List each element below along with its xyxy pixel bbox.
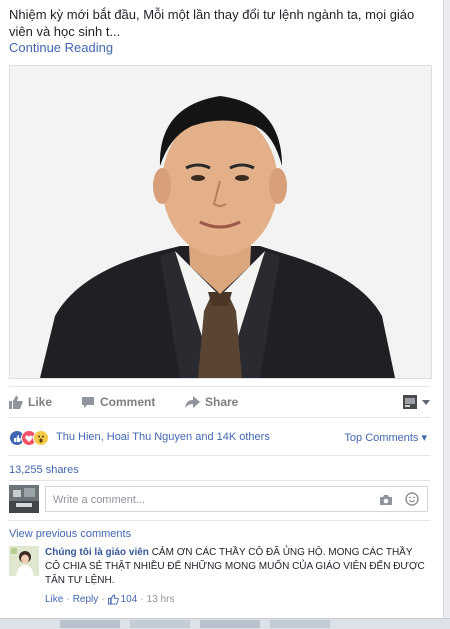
share-button[interactable]: Share xyxy=(185,395,238,409)
caret-down-icon: ▾ xyxy=(421,432,427,444)
chevron-down-icon xyxy=(422,399,430,405)
reaction-names-link[interactable]: Thu Hien, Hoai Thu Nguyen and 14K others xyxy=(56,431,270,443)
user-photo-icon xyxy=(9,485,39,513)
comment-meta: Like · Reply · 104 · 13 hrs xyxy=(45,594,174,605)
view-previous-comments-link[interactable]: View previous comments xyxy=(9,528,131,540)
taskbar-item[interactable] xyxy=(60,620,120,628)
thumbs-up-outline-icon xyxy=(107,594,119,605)
divider xyxy=(9,520,430,521)
comment-like-link[interactable]: Like xyxy=(45,594,63,605)
post-text: Nhiệm kỳ mới bắt đầu, Mỗi một lần thay đ… xyxy=(9,7,415,39)
like-button[interactable]: Like xyxy=(9,395,52,409)
comment-button[interactable]: Comment xyxy=(81,395,155,409)
like-label: Like xyxy=(28,395,53,409)
comment-timestamp[interactable]: 13 hrs xyxy=(147,594,175,605)
taskbar-item[interactable] xyxy=(270,620,330,628)
taskbar-item[interactable] xyxy=(200,620,260,628)
share-icon xyxy=(185,396,200,408)
commenter-avatar[interactable] xyxy=(9,546,39,576)
comment-likes[interactable]: 104 xyxy=(107,594,138,605)
post-card: Nhiệm kỳ mới bắt đầu, Mỗi một lần thay đ… xyxy=(0,0,444,628)
wow-reaction-icon xyxy=(33,430,49,446)
continue-reading-link[interactable]: Continue Reading xyxy=(9,40,113,55)
comment-author-link[interactable]: Chúng tôi là giáo viên xyxy=(45,547,149,558)
shares-count-link[interactable]: 13,255 shares xyxy=(9,464,79,476)
portrait-image xyxy=(10,66,431,378)
reactions-summary: Thu Hien, Hoai Thu Nguyen and 14K others… xyxy=(9,430,430,446)
comment-composer[interactable] xyxy=(45,486,428,512)
current-user-avatar[interactable] xyxy=(9,485,39,513)
divider xyxy=(9,455,430,456)
post-photo[interactable] xyxy=(9,65,432,379)
share-label: Share xyxy=(205,395,239,409)
comment-reply-link[interactable]: Reply xyxy=(73,594,99,605)
page-avatar-icon xyxy=(403,395,417,409)
separator-dot: · xyxy=(101,594,105,605)
taskbar-item[interactable] xyxy=(130,620,190,628)
separator-dot: · xyxy=(140,594,144,605)
share-as-page-selector[interactable] xyxy=(403,395,430,409)
comment-input[interactable] xyxy=(51,491,355,509)
comment-icon xyxy=(82,396,94,408)
post-action-bar: Like Comment Share xyxy=(9,386,430,418)
comment-label: Comment xyxy=(100,395,156,409)
comment-like-count: 104 xyxy=(120,594,138,605)
top-comments-dropdown[interactable]: Top Comments ▾ xyxy=(344,431,427,444)
top-comments-label: Top Comments xyxy=(344,432,419,444)
divider xyxy=(9,480,430,481)
separator-dot: · xyxy=(66,594,70,605)
thumbs-up-icon xyxy=(9,395,23,409)
taskbar-strip xyxy=(0,618,450,629)
emoji-icon[interactable] xyxy=(405,492,419,511)
commenter-photo-icon xyxy=(9,546,39,576)
camera-icon[interactable] xyxy=(379,493,393,511)
comment-body: Chúng tôi là giáo viên CẢM ƠN CÁC THẦY C… xyxy=(45,546,430,588)
